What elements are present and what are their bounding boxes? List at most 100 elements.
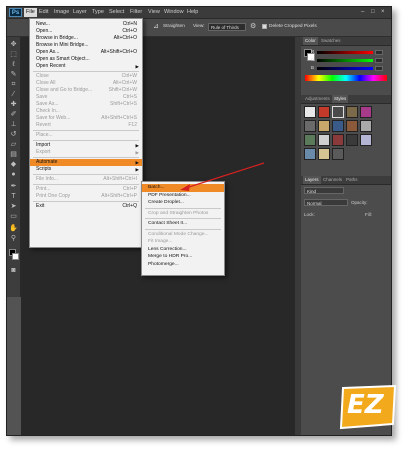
automate-item-lens-correction[interactable]: Lens Correction...	[142, 246, 224, 254]
file-menu-item-scripts[interactable]: Scripts ▶	[30, 166, 142, 173]
straighten-label[interactable]: Straighten	[163, 24, 185, 29]
style-white[interactable]	[318, 134, 330, 146]
style-selected[interactable]	[332, 106, 344, 118]
healing-tool-icon[interactable]: ✚	[9, 101, 18, 109]
style-gray[interactable]	[304, 120, 316, 132]
style-lavender[interactable]	[360, 134, 372, 146]
file-menu-item-new[interactable]: New... Ctrl+N	[30, 21, 142, 28]
tab-paths[interactable]: Paths	[344, 176, 360, 184]
tab-styles[interactable]: Styles	[332, 95, 349, 103]
automate-item-fit-image[interactable]: Fit Image...	[142, 238, 224, 246]
menu-select[interactable]: Select	[107, 8, 126, 17]
file-menu-item-print[interactable]: Print... Ctrl+P	[30, 186, 142, 193]
red-track[interactable]	[317, 51, 373, 54]
tab-color[interactable]: Color	[303, 37, 318, 45]
file-menu-item-revert[interactable]: Revert F12	[30, 122, 142, 129]
red-value[interactable]	[375, 50, 383, 55]
blue-slider[interactable]: B	[311, 65, 383, 71]
file-menu-item-save-as[interactable]: Save As... Shift+Ctrl+S	[30, 101, 142, 108]
file-menu-item-export[interactable]: Export ▶	[30, 149, 142, 156]
menu-edit[interactable]: Edit	[37, 8, 50, 17]
crop-tool-icon[interactable]: ⌗	[9, 81, 18, 89]
file-menu-item-close-and-go-to-bridge[interactable]: Close and Go to Bridge... Shift+Ctrl+W	[30, 87, 142, 94]
automate-item-conditional-mode-change[interactable]: Conditional Mode Change...	[142, 231, 224, 239]
move-tool-icon[interactable]: ✥	[9, 41, 18, 49]
menu-help[interactable]: Help	[185, 8, 200, 17]
view-select[interactable]: Rule of Thirds	[208, 23, 246, 31]
lasso-tool-icon[interactable]: ℓ	[9, 61, 18, 69]
brush-tool-icon[interactable]: ✐	[9, 111, 18, 119]
tab-layers[interactable]: Layers	[303, 176, 321, 184]
eraser-tool-icon[interactable]: ▱	[9, 141, 18, 149]
tab-channels[interactable]: Channels	[321, 176, 344, 184]
file-menu-item-import[interactable]: Import ▶	[30, 142, 142, 149]
style-blue[interactable]	[332, 120, 344, 132]
shape-tool-icon[interactable]: ▭	[9, 213, 18, 221]
tab-adjustments[interactable]: Adjustments	[303, 95, 332, 103]
file-menu-item-close-all[interactable]: Close All Alt+Ctrl+W	[30, 80, 142, 87]
file-menu-item-automate[interactable]: Automate ▶	[30, 159, 142, 166]
green-value[interactable]	[375, 58, 383, 63]
menu-image[interactable]: Image	[52, 8, 71, 17]
marquee-tool-icon[interactable]: ⬚	[9, 51, 18, 59]
blend-mode-select[interactable]: Normal	[304, 199, 348, 206]
style-none[interactable]	[304, 106, 316, 118]
green-track[interactable]	[317, 59, 373, 62]
stamp-tool-icon[interactable]: ⊥	[9, 121, 18, 129]
maximize-icon[interactable]: □	[371, 8, 375, 17]
hand-tool-icon[interactable]: ✋	[9, 225, 18, 233]
style-silver[interactable]	[360, 120, 372, 132]
menu-type[interactable]: Type	[90, 8, 106, 17]
file-menu-item-save[interactable]: Save Ctrl+S	[30, 94, 142, 101]
layer-filter-kind[interactable]: Kind	[304, 187, 344, 194]
menu-file[interactable]: File	[24, 8, 37, 17]
style-purple[interactable]	[360, 106, 372, 118]
file-menu-item-file-info[interactable]: File Info... Alt+Shift+Ctrl+I	[30, 176, 142, 183]
green-slider[interactable]: G	[311, 57, 383, 63]
close-icon[interactable]: ×	[381, 8, 385, 17]
style-sand[interactable]	[318, 120, 330, 132]
style-maroon[interactable]	[332, 134, 344, 146]
style-steel[interactable]	[304, 148, 316, 160]
quick-select-tool-icon[interactable]: ✎	[9, 71, 18, 79]
blue-value[interactable]	[375, 66, 383, 71]
file-menu-item-exit[interactable]: Exit Ctrl+Q	[30, 203, 142, 210]
style-brown[interactable]	[346, 120, 358, 132]
minimize-icon[interactable]: –	[361, 8, 364, 17]
style-beige[interactable]	[318, 148, 330, 160]
dodge-tool-icon[interactable]: ●	[9, 171, 18, 179]
style-dark[interactable]	[346, 134, 358, 146]
menu-window[interactable]: Window	[162, 8, 186, 17]
red-slider[interactable]: R	[311, 49, 383, 55]
automate-item-photomerge[interactable]: Photomerge...	[142, 261, 224, 269]
file-menu-item-close[interactable]: Close Ctrl+W	[30, 73, 142, 80]
file-menu-item-open-as-smart-object[interactable]: Open as Smart Object...	[30, 56, 142, 63]
automate-item-contact-sheet-ii[interactable]: Contact Sheet II...	[142, 220, 224, 228]
style-green[interactable]	[304, 134, 316, 146]
style-charcoal[interactable]	[332, 148, 344, 160]
menu-view[interactable]: View	[146, 8, 162, 17]
type-tool-icon[interactable]: T	[9, 193, 18, 201]
file-menu-item-print-one-copy[interactable]: Print One Copy Alt+Shift+Ctrl+P	[30, 193, 142, 200]
tab-swatches[interactable]: Swatches	[319, 37, 343, 45]
file-menu-item-place[interactable]: Place...	[30, 132, 142, 139]
style-red[interactable]	[318, 106, 330, 118]
eyedropper-tool-icon[interactable]: ⁄	[9, 91, 18, 99]
style-gold[interactable]	[346, 106, 358, 118]
file-menu-item-open[interactable]: Open... Ctrl+O	[30, 28, 142, 35]
zoom-tool-icon[interactable]: ⚲	[9, 235, 18, 243]
automate-item-crop-and-straighten-photos[interactable]: Crop and Straighten Photos	[142, 210, 224, 218]
menu-filter[interactable]: Filter	[128, 8, 144, 17]
file-menu-item-browse-in-bridge[interactable]: Browse in Bridge... Alt+Ctrl+O	[30, 35, 142, 42]
file-menu-item-open-recent[interactable]: Open Recent ▶	[30, 63, 142, 70]
automate-item-merge-to-hdr-pro[interactable]: Merge to HDR Pro...	[142, 253, 224, 261]
automate-item-create-droplet[interactable]: Create Droplet...	[142, 199, 224, 207]
delete-cropped-checkbox[interactable]	[262, 24, 267, 29]
history-brush-tool-icon[interactable]: ↺	[9, 131, 18, 139]
blue-track[interactable]	[317, 67, 373, 70]
file-menu-item-browse-in-mini-bridge[interactable]: Browse in Mini Bridge...	[30, 42, 142, 49]
file-menu-item-save-for-web[interactable]: Save for Web... Alt+Shift+Ctrl+S	[30, 115, 142, 122]
pen-tool-icon[interactable]: ✒	[9, 183, 18, 191]
straighten-icon[interactable]: ⊿	[153, 23, 159, 31]
blur-tool-icon[interactable]: ◆	[9, 161, 18, 169]
